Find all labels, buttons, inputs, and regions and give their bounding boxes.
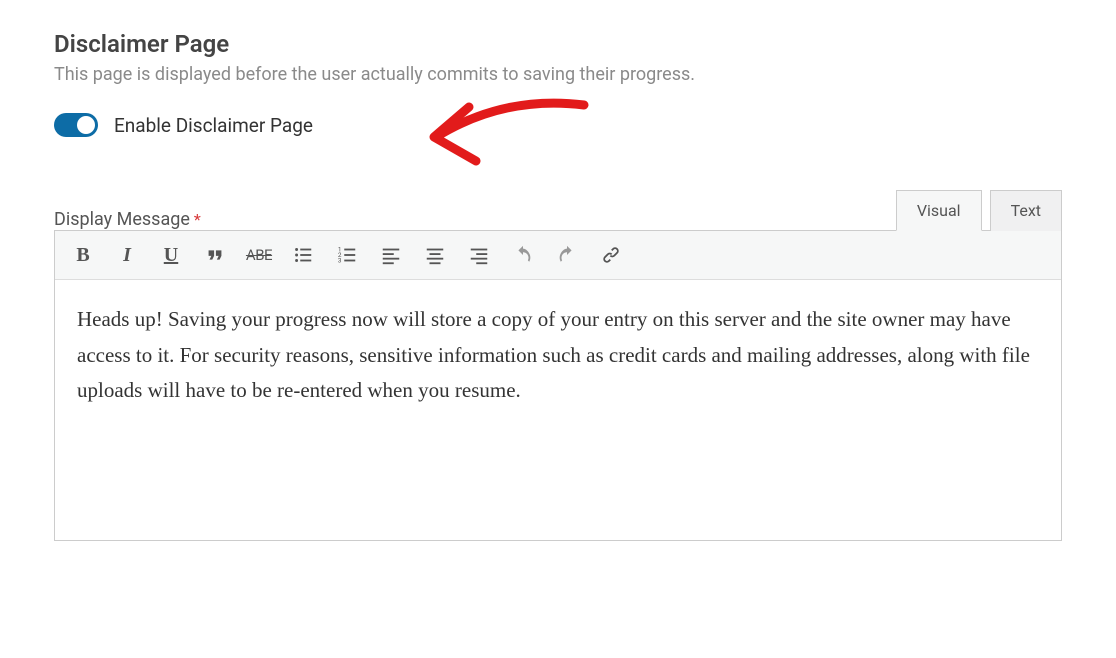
redo-icon — [556, 244, 578, 266]
list-ul-icon — [292, 244, 314, 266]
section-description: This page is displayed before the user a… — [54, 64, 1062, 85]
blockquote-button[interactable] — [195, 237, 235, 273]
list-ol-icon: 123 — [336, 244, 358, 266]
toggle-knob — [77, 116, 95, 134]
section-title: Disclaimer Page — [54, 30, 1062, 58]
strikethrough-button[interactable]: ABE — [239, 237, 279, 273]
redo-button[interactable] — [547, 237, 587, 273]
required-marker: * — [194, 210, 201, 229]
link-button[interactable] — [591, 237, 631, 273]
align-center-icon — [424, 244, 446, 266]
align-left-icon — [380, 244, 402, 266]
editor-content[interactable]: Heads up! Saving your progress now will … — [55, 280, 1061, 540]
italic-button[interactable]: I — [107, 237, 147, 273]
annotation-arrow-icon — [414, 85, 614, 185]
bulleted-list-button[interactable] — [283, 237, 323, 273]
tab-text[interactable]: Text — [990, 190, 1062, 231]
align-left-button[interactable] — [371, 237, 411, 273]
align-center-button[interactable] — [415, 237, 455, 273]
enable-disclaimer-label: Enable Disclaimer Page — [114, 114, 313, 137]
tab-visual[interactable]: Visual — [896, 190, 982, 231]
display-message-label: Display Message — [54, 209, 190, 230]
editor-toolbar: B I U ABE 123 — [55, 231, 1061, 280]
align-right-icon — [468, 244, 490, 266]
quote-icon — [204, 244, 226, 266]
rich-text-editor: B I U ABE 123 Heads up! Saving — [54, 230, 1062, 541]
bold-button[interactable]: B — [63, 237, 103, 273]
link-icon — [600, 244, 622, 266]
svg-text:3: 3 — [338, 256, 342, 264]
undo-button[interactable] — [503, 237, 543, 273]
enable-disclaimer-toggle[interactable] — [54, 113, 98, 137]
numbered-list-button[interactable]: 123 — [327, 237, 367, 273]
undo-icon — [512, 244, 534, 266]
align-right-button[interactable] — [459, 237, 499, 273]
editor-tabs: Visual Text — [896, 189, 1062, 230]
enable-disclaimer-row: Enable Disclaimer Page — [54, 113, 1062, 137]
underline-button[interactable]: U — [151, 237, 191, 273]
